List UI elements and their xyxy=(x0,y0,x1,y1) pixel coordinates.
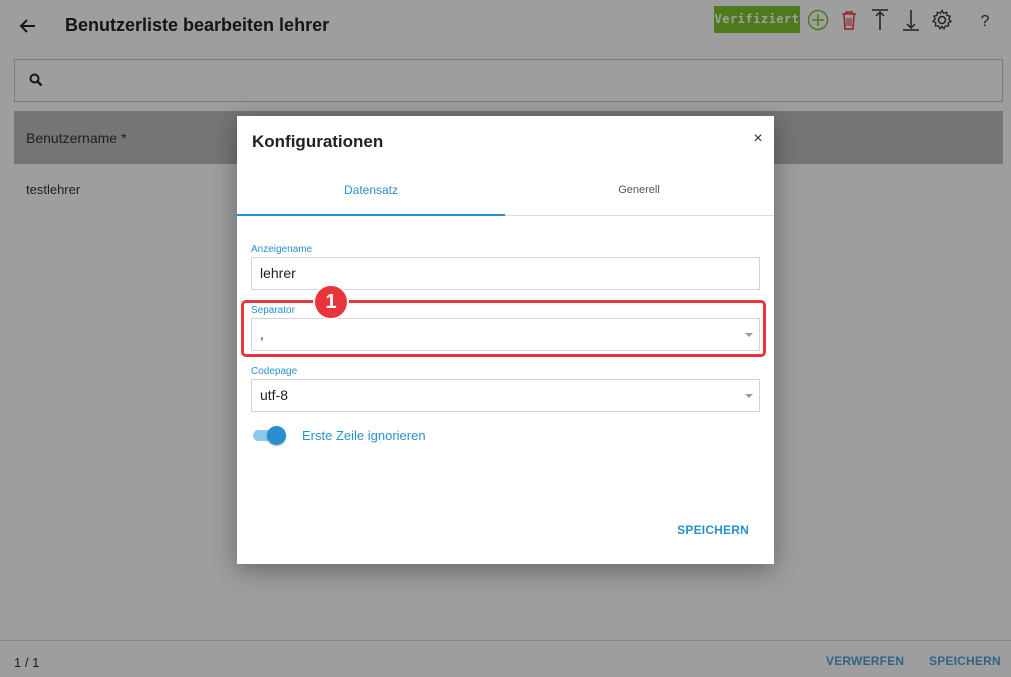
codepage-value: utf-8 xyxy=(260,387,289,403)
close-icon: × xyxy=(753,130,763,147)
skip-first-row-toggle[interactable] xyxy=(253,426,287,445)
tab-generell[interactable]: Generell xyxy=(505,168,773,216)
dialog-title: Konfigurationen xyxy=(252,132,384,151)
display-name-value: lehrer xyxy=(260,265,296,281)
toggle-knob xyxy=(267,426,286,445)
display-name-label: Anzeigename xyxy=(251,244,313,255)
close-button[interactable]: × xyxy=(750,130,766,148)
step-badge: 1 xyxy=(313,284,349,320)
codepage-label: Codepage xyxy=(251,366,298,377)
skip-first-row-label[interactable]: Erste Zeile ignorieren xyxy=(302,428,426,443)
dialog-tabs: Datensatz Generell xyxy=(237,168,774,216)
dialog-save-button[interactable]: SPEICHERN xyxy=(677,523,749,537)
tab-datensatz[interactable]: Datensatz xyxy=(237,168,505,216)
chevron-down-icon xyxy=(745,394,753,398)
codepage-select[interactable]: utf-8 xyxy=(251,379,760,412)
